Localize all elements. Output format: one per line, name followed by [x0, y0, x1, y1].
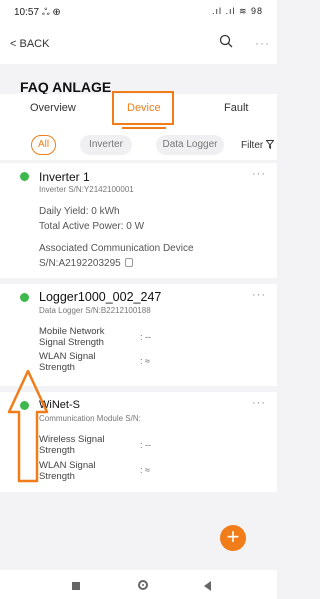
copy-icon[interactable] [124, 258, 133, 267]
tab-fault[interactable]: Fault [224, 102, 248, 114]
tab-overview[interactable]: Overview [30, 102, 76, 114]
signal-value: : -- [140, 332, 151, 342]
top-bar: < BACK ··· [0, 24, 277, 64]
tab-bar: Overview Device Fault [0, 91, 277, 130]
search-icon[interactable] [219, 34, 233, 48]
device-more-icon[interactable]: ··· [252, 168, 266, 180]
chip-data-logger[interactable]: Data Logger [156, 135, 224, 155]
wifi-signal-value: : ≈ [140, 465, 150, 475]
signal-icons: .ıl .ıl ≋ 98 [211, 6, 263, 16]
filter-bar: All Inverter Data Logger Filter [0, 130, 277, 160]
add-device-button[interactable]: + [220, 525, 246, 551]
associated-device-label: Associated Communication Device [39, 243, 194, 254]
page-title: FAQ ANLAGE [20, 79, 112, 95]
chip-all[interactable]: All [31, 135, 56, 155]
signal-value: : -- [140, 440, 151, 450]
device-more-icon[interactable]: ··· [252, 397, 266, 409]
device-serial: Data Logger S/N:B2212100188 [39, 306, 151, 315]
device-name: Logger1000_002_247 [39, 290, 162, 304]
device-serial: Communication Module S/N: [39, 414, 141, 423]
filter-button[interactable]: Filter [241, 140, 275, 151]
recent-apps-icon[interactable] [72, 582, 80, 590]
device-serial: Inverter S/N:Y2142100001 [39, 185, 134, 194]
signal-label: WLAN Signal Strength [39, 351, 96, 373]
system-nav-bar [0, 570, 277, 599]
signal-label: Wireless Signal Strength [39, 434, 105, 456]
device-name: Inverter 1 [39, 170, 90, 184]
device-more-icon[interactable]: ··· [252, 289, 266, 301]
funnel-icon [265, 140, 275, 150]
up-arrow-annotation [7, 369, 49, 483]
signal-label: Mobile Network Signal Strength [39, 326, 105, 348]
more-options-icon[interactable]: ··· [255, 36, 270, 50]
signal-label: WLAN Signal Strength [39, 460, 96, 482]
status-bar: 10:57 ஃ ⊕ .ıl .ıl ≋ 98 [0, 0, 277, 24]
back-nav-icon[interactable] [204, 581, 211, 591]
online-status-dot [20, 293, 29, 302]
associated-device-sn: S/N:A2192203295 [39, 258, 133, 269]
wifi-signal-value: : ≈ [140, 356, 150, 366]
active-tab-indicator [122, 127, 166, 129]
status-time: 10:57 ஃ ⊕ [14, 7, 61, 18]
chip-inverter[interactable]: Inverter [80, 135, 132, 155]
filter-label: Filter [241, 140, 264, 151]
daily-yield: Daily Yield: 0 kWh [39, 206, 120, 217]
back-button[interactable]: < BACK [10, 38, 49, 50]
total-active-power: Total Active Power: 0 W [39, 221, 145, 232]
device-card-inverter[interactable]: Inverter 1 Inverter S/N:Y2142100001 ··· … [0, 163, 277, 278]
home-icon[interactable] [138, 580, 148, 590]
online-status-dot [20, 172, 29, 181]
highlight-box [112, 91, 174, 125]
